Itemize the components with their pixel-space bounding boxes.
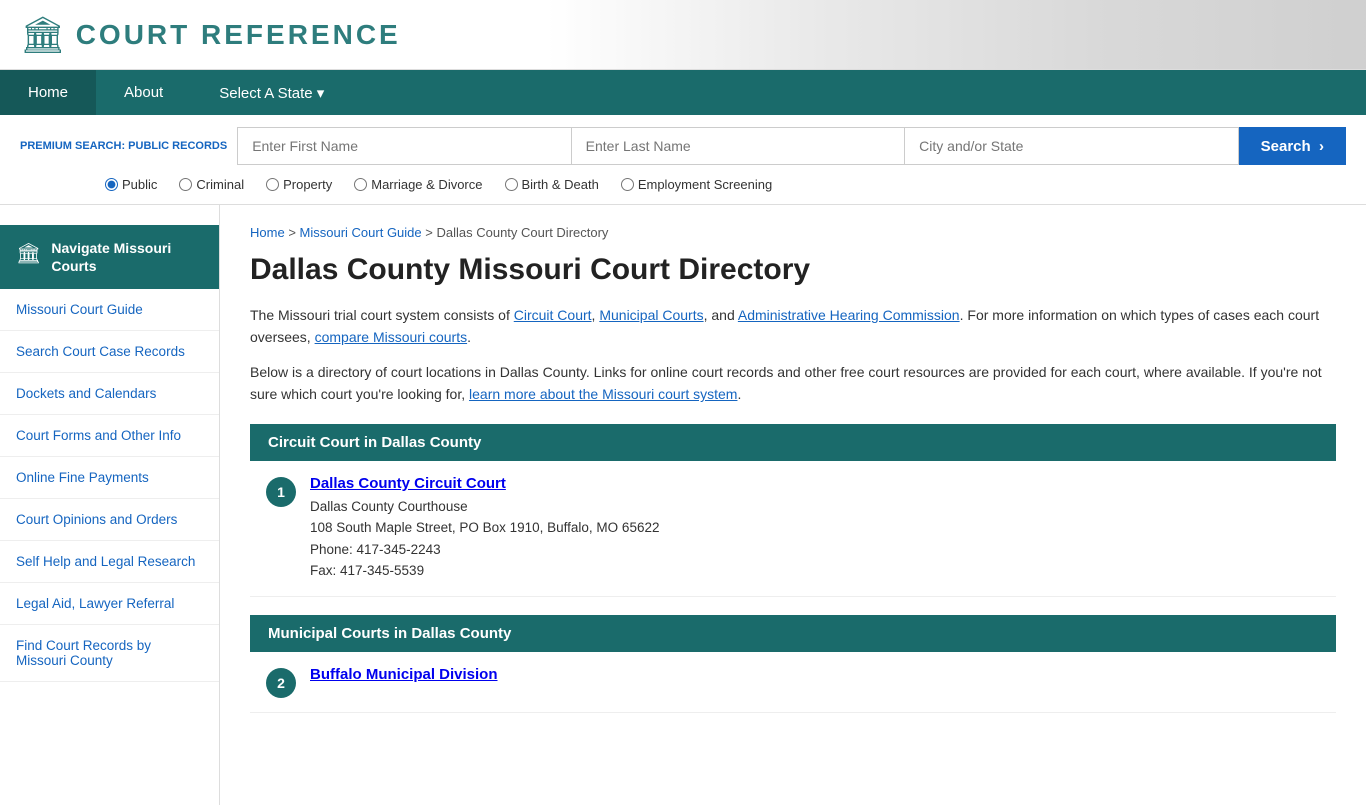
- breadcrumb-home[interactable]: Home: [250, 225, 285, 240]
- logo-text: COURT REFERENCE: [76, 19, 401, 51]
- link-municipal-courts[interactable]: Municipal Courts: [599, 307, 703, 323]
- radio-criminal[interactable]: Criminal: [179, 177, 244, 192]
- radio-employment[interactable]: Employment Screening: [621, 177, 772, 192]
- premium-label: PREMIUM SEARCH: PUBLIC RECORDS: [20, 139, 227, 153]
- court-name-municipal[interactable]: Buffalo Municipal Division: [310, 666, 498, 683]
- main-wrapper: 🏛 Navigate Missouri Courts Missouri Cour…: [0, 205, 1366, 805]
- sidebar-item-legal-aid[interactable]: Legal Aid, Lawyer Referral: [0, 583, 219, 625]
- nav-select-state[interactable]: Select A State ▾: [191, 70, 352, 115]
- court-fax-circuit: Fax: 417-345-5539: [310, 560, 659, 582]
- sidebar-item-self-help[interactable]: Self Help and Legal Research: [0, 541, 219, 583]
- nav-about[interactable]: About: [96, 70, 191, 115]
- sidebar: 🏛 Navigate Missouri Courts Missouri Cour…: [0, 205, 220, 805]
- main-content: Home > Missouri Court Guide > Dallas Cou…: [220, 205, 1366, 805]
- court-phone-circuit: Phone: 417-345-2243: [310, 539, 659, 561]
- city-state-input[interactable]: [904, 127, 1238, 165]
- page-title: Dallas County Missouri Court Directory: [250, 252, 1336, 288]
- breadcrumb-parent[interactable]: Missouri Court Guide: [300, 225, 422, 240]
- sidebar-item-forms[interactable]: Court Forms and Other Info: [0, 415, 219, 457]
- link-learn-more[interactable]: learn more about the Missouri court syst…: [469, 386, 737, 402]
- nav-home[interactable]: Home: [0, 70, 96, 115]
- radio-public[interactable]: Public: [105, 177, 157, 192]
- radio-birth-death[interactable]: Birth & Death: [505, 177, 599, 192]
- search-button[interactable]: Search ›: [1239, 127, 1346, 165]
- main-nav: Home About Select A State ▾: [0, 70, 1366, 115]
- link-compare-courts[interactable]: compare Missouri courts: [315, 329, 468, 345]
- court-number-2: 2: [266, 668, 296, 698]
- court-info-circuit: Dallas County Circuit Court Dallas Count…: [310, 475, 659, 582]
- radio-property[interactable]: Property: [266, 177, 332, 192]
- courthouse-icon: 🏛: [16, 241, 41, 266]
- court-address-circuit: 108 South Maple Street, PO Box 1910, Buf…: [310, 517, 659, 539]
- section-header-circuit: Circuit Court in Dallas County: [250, 424, 1336, 461]
- last-name-input[interactable]: [571, 127, 904, 165]
- first-name-input[interactable]: [237, 127, 570, 165]
- site-header: 🏛 COURT REFERENCE: [0, 0, 1366, 70]
- sidebar-item-fine-payments[interactable]: Online Fine Payments: [0, 457, 219, 499]
- court-entry-municipal: 2 Buffalo Municipal Division: [250, 652, 1336, 713]
- sidebar-active-label: Navigate Missouri Courts: [51, 239, 203, 275]
- court-entry-circuit: 1 Dallas County Circuit Court Dallas Cou…: [250, 461, 1336, 597]
- search-inputs: Search ›: [237, 127, 1346, 165]
- search-bar: PREMIUM SEARCH: PUBLIC RECORDS Search › …: [0, 115, 1366, 205]
- link-circuit-court[interactable]: Circuit Court: [514, 307, 592, 323]
- sidebar-item-dockets[interactable]: Dockets and Calendars: [0, 373, 219, 415]
- radio-marriage-divorce[interactable]: Marriage & Divorce: [354, 177, 482, 192]
- sidebar-item-find-records[interactable]: Find Court Records by Missouri County: [0, 625, 219, 682]
- section-header-municipal: Municipal Courts in Dallas County: [250, 615, 1336, 652]
- logo[interactable]: 🏛 COURT REFERENCE: [20, 14, 401, 56]
- court-number-1: 1: [266, 477, 296, 507]
- intro-paragraph-1: The Missouri trial court system consists…: [250, 304, 1336, 349]
- sidebar-item-opinions[interactable]: Court Opinions and Orders: [0, 499, 219, 541]
- logo-icon: 🏛: [20, 14, 66, 56]
- court-info-municipal: Buffalo Municipal Division: [310, 666, 498, 687]
- sidebar-item-navigate-courts[interactable]: 🏛 Navigate Missouri Courts: [0, 225, 219, 289]
- court-name-circuit[interactable]: Dallas County Circuit Court: [310, 475, 506, 492]
- search-radio-group: Public Criminal Property Marriage & Divo…: [20, 177, 1346, 192]
- breadcrumb: Home > Missouri Court Guide > Dallas Cou…: [250, 225, 1336, 240]
- sidebar-item-case-records[interactable]: Search Court Case Records: [0, 331, 219, 373]
- intro-paragraph-2: Below is a directory of court locations …: [250, 361, 1336, 406]
- breadcrumb-current: Dallas County Court Directory: [436, 225, 608, 240]
- court-building-circuit: Dallas County Courthouse: [310, 496, 659, 518]
- link-admin-hearing[interactable]: Administrative Hearing Commission: [738, 307, 960, 323]
- sidebar-item-court-guide[interactable]: Missouri Court Guide: [0, 289, 219, 331]
